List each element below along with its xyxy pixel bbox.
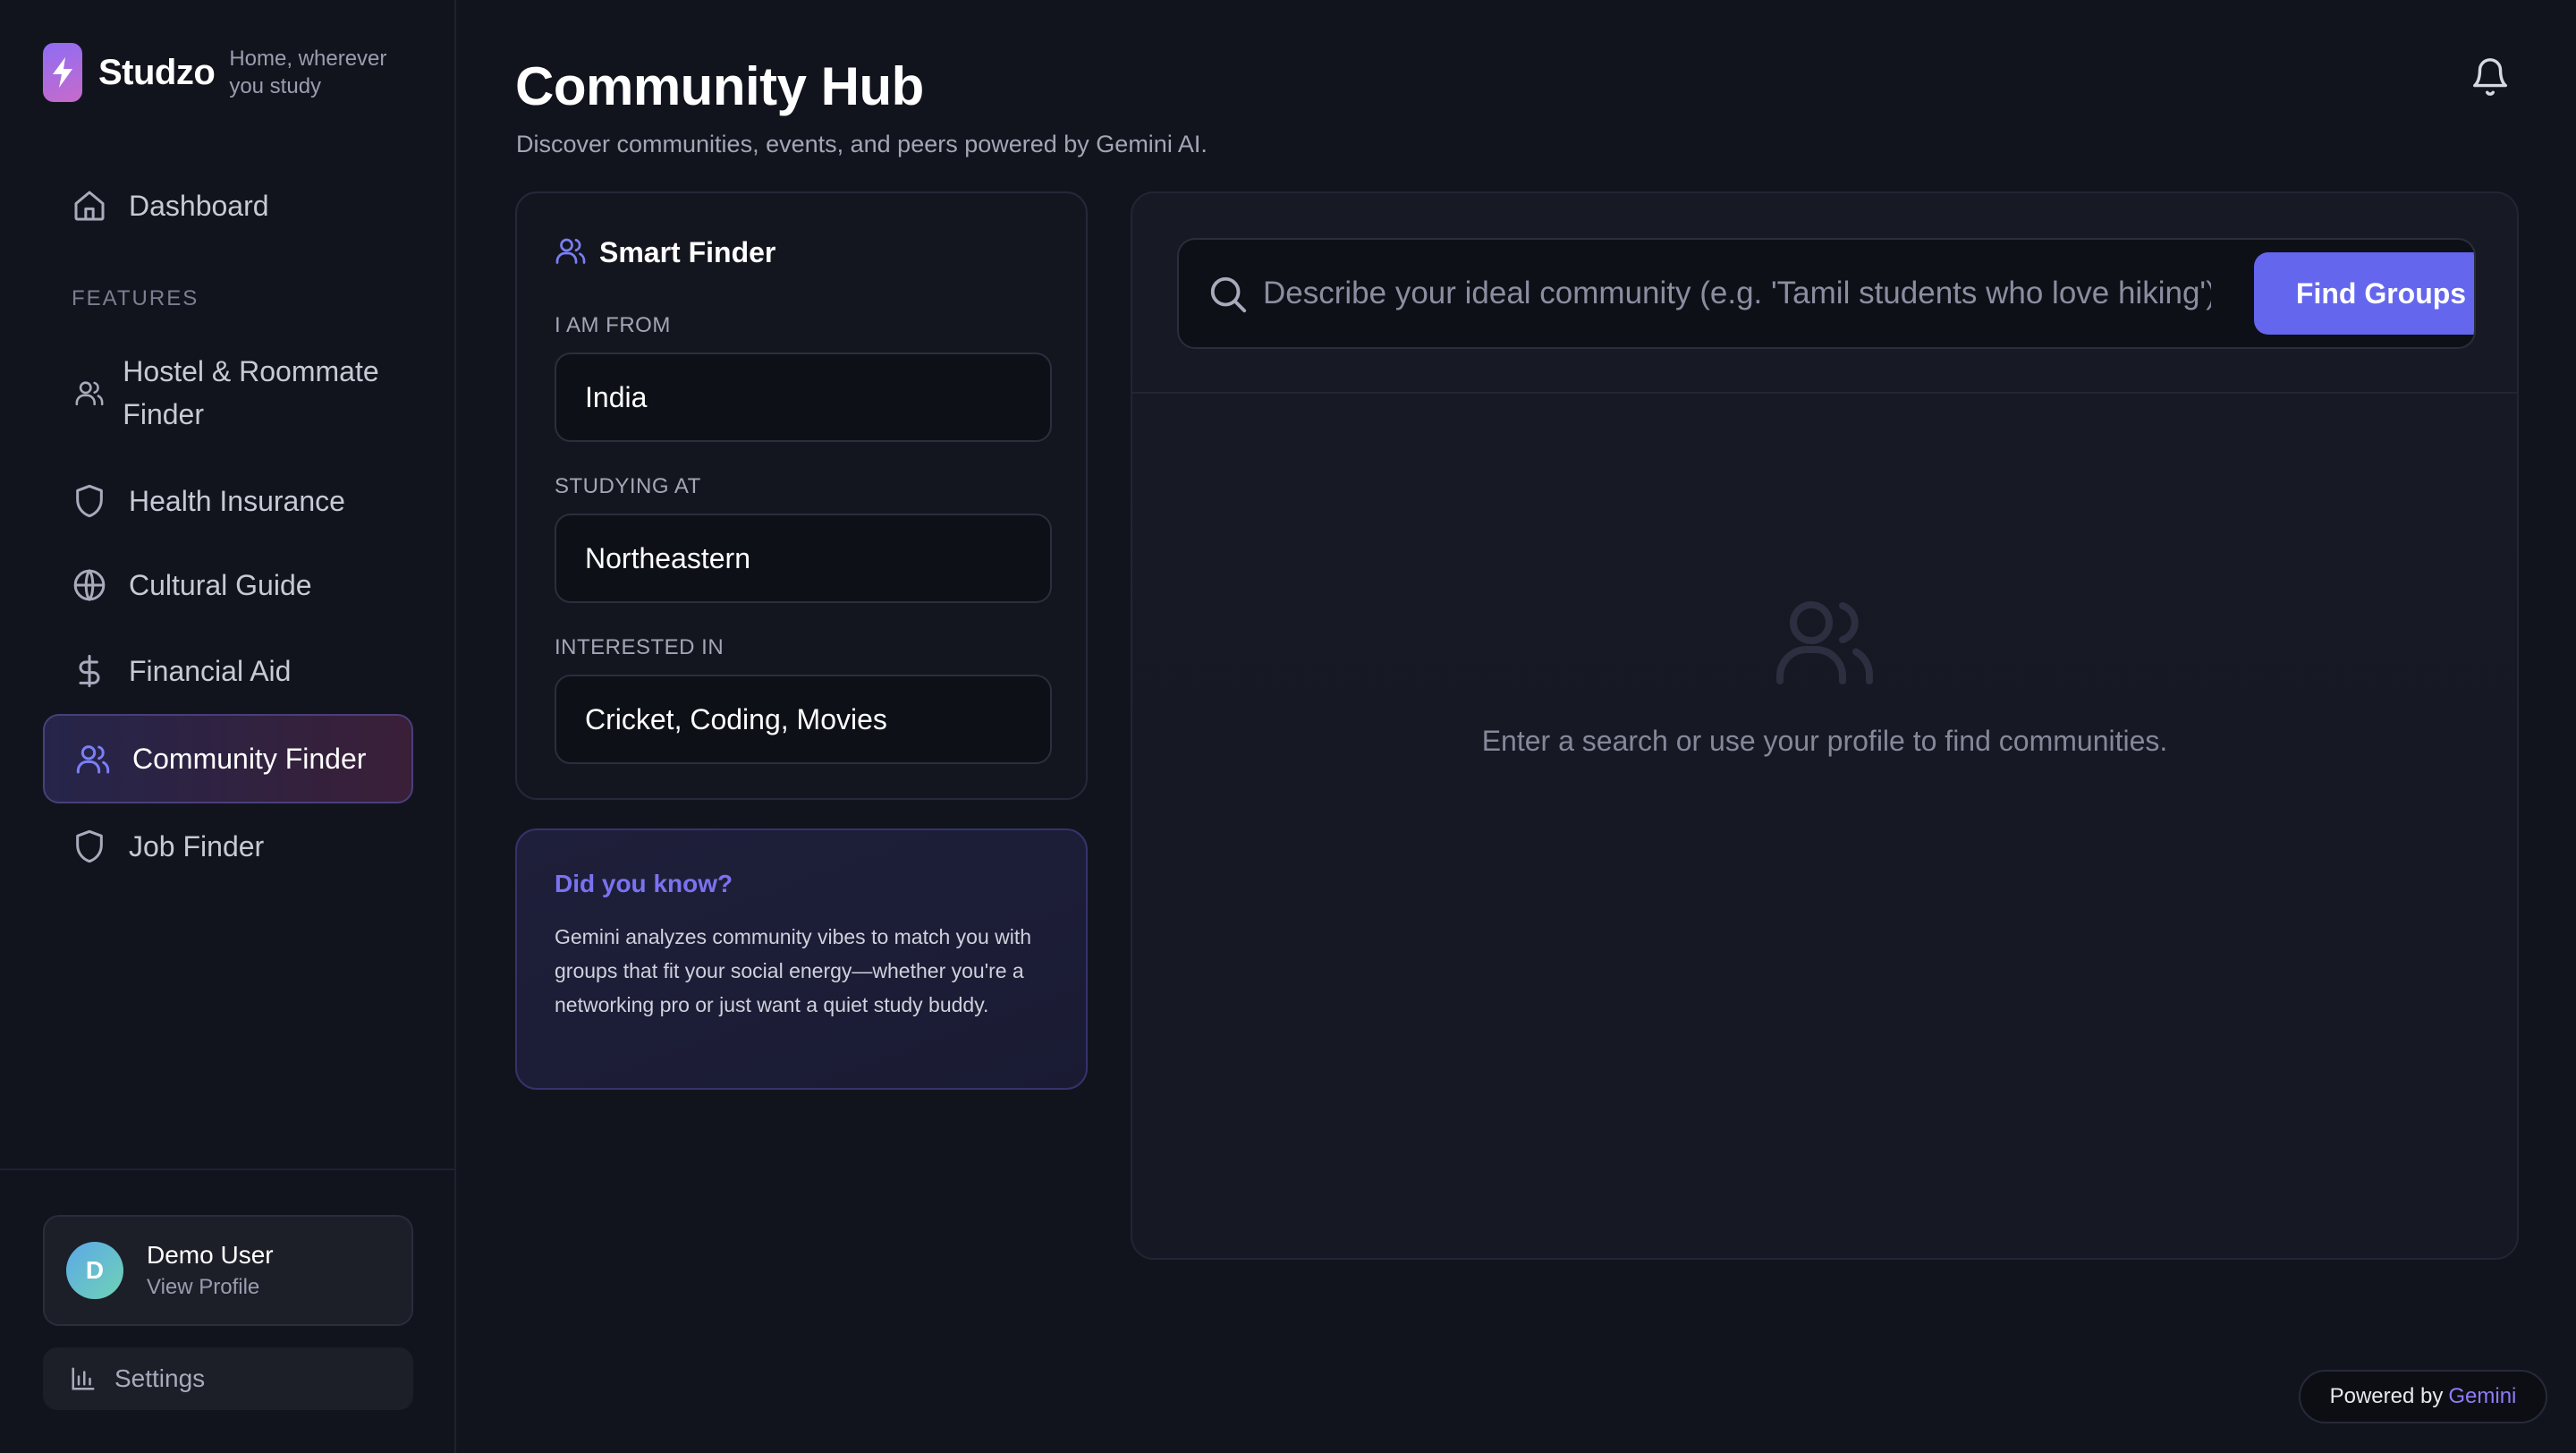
avatar: D bbox=[66, 1242, 123, 1299]
users-icon bbox=[555, 234, 587, 271]
sidebar-item-label: Dashboard bbox=[129, 189, 269, 222]
sidebar-item-health-insurance[interactable]: Health Insurance bbox=[43, 471, 413, 531]
results-panel: Find Groups Enter a search or use your p… bbox=[1131, 191, 2519, 1260]
divider bbox=[1132, 392, 2517, 394]
interested-label: INTERESTED IN bbox=[555, 635, 724, 659]
from-label: I AM FROM bbox=[555, 313, 671, 337]
bar-chart-icon bbox=[70, 1365, 97, 1392]
users-icon bbox=[1769, 587, 1880, 699]
home-icon bbox=[70, 186, 109, 225]
powered-by-brand: Gemini bbox=[2448, 1384, 2517, 1408]
empty-state-text: Enter a search or use your profile to fi… bbox=[1481, 725, 2168, 757]
users-icon bbox=[73, 739, 113, 778]
sidebar-section-label: FEATURES bbox=[72, 286, 199, 310]
brand-name: Studzo bbox=[98, 52, 216, 92]
sidebar-item-cultural-guide[interactable]: Cultural Guide bbox=[43, 555, 413, 616]
page-subtitle: Discover communities, events, and peers … bbox=[516, 131, 1208, 157]
sidebar-item-financial-aid[interactable]: Financial Aid bbox=[43, 641, 413, 701]
sidebar-item-label: Financial Aid bbox=[129, 654, 292, 687]
sidebar-item-dashboard[interactable]: Dashboard bbox=[43, 175, 413, 236]
bolt-icon bbox=[43, 43, 82, 102]
shield-icon bbox=[70, 481, 109, 521]
settings-label: Settings bbox=[114, 1364, 206, 1392]
interests-field[interactable]: Cricket, Coding, Movies bbox=[555, 675, 1052, 764]
shield-icon bbox=[70, 827, 109, 866]
smart-finder-title: Smart Finder bbox=[599, 236, 776, 268]
powered-by-badge: Powered by Gemini bbox=[2299, 1370, 2547, 1423]
globe-icon bbox=[70, 565, 109, 605]
brand[interactable]: Studzo Home, wherever you study bbox=[43, 43, 408, 102]
sidebar-item-job-finder[interactable]: Job Finder bbox=[43, 816, 413, 877]
tip-title: Did you know? bbox=[555, 870, 733, 897]
sidebar-footer: D Demo User View Profile Settings bbox=[0, 1168, 456, 1453]
sidebar: Studzo Home, wherever you study Dashboar… bbox=[0, 0, 456, 1453]
user-name: Demo User bbox=[147, 1241, 274, 1269]
search-icon bbox=[1208, 274, 1249, 315]
sidebar-item-label: Health Insurance bbox=[129, 484, 345, 517]
view-profile-link[interactable]: View Profile bbox=[147, 1275, 274, 1300]
sidebar-item-label: Job Finder bbox=[129, 829, 265, 862]
dollar-icon bbox=[70, 651, 109, 691]
user-profile-card[interactable]: D Demo User View Profile bbox=[43, 1215, 413, 1326]
search-box: Find Groups bbox=[1177, 238, 2476, 349]
sidebar-item-hostel-roommate[interactable]: Hostel & Roommate Finder bbox=[43, 349, 413, 437]
sidebar-item-community-finder[interactable]: Community Finder bbox=[43, 714, 413, 803]
smart-finder-card: Smart Finder I AM FROM India STUDYING AT… bbox=[515, 191, 1088, 800]
studying-field[interactable]: Northeastern bbox=[555, 514, 1052, 603]
powered-by-label: Powered by bbox=[2329, 1384, 2444, 1408]
brand-tagline: Home, wherever you study bbox=[229, 47, 387, 98]
bell-icon[interactable] bbox=[2465, 52, 2515, 102]
studying-label: STUDYING AT bbox=[555, 474, 701, 498]
from-field[interactable]: India bbox=[555, 353, 1052, 442]
did-you-know-card: Did you know? Gemini analyzes community … bbox=[515, 828, 1088, 1090]
search-input[interactable] bbox=[1263, 267, 2211, 320]
page-title: Community Hub bbox=[515, 56, 924, 116]
tip-text: Gemini analyzes community vibes to match… bbox=[555, 925, 1032, 1016]
sidebar-item-label: Hostel & Roommate Finder bbox=[123, 355, 379, 430]
find-groups-button[interactable]: Find Groups bbox=[2254, 252, 2474, 335]
users-icon bbox=[70, 373, 108, 412]
sidebar-item-label: Community Finder bbox=[132, 742, 367, 775]
settings-button[interactable]: Settings bbox=[43, 1347, 413, 1410]
sidebar-item-label: Cultural Guide bbox=[129, 568, 312, 601]
